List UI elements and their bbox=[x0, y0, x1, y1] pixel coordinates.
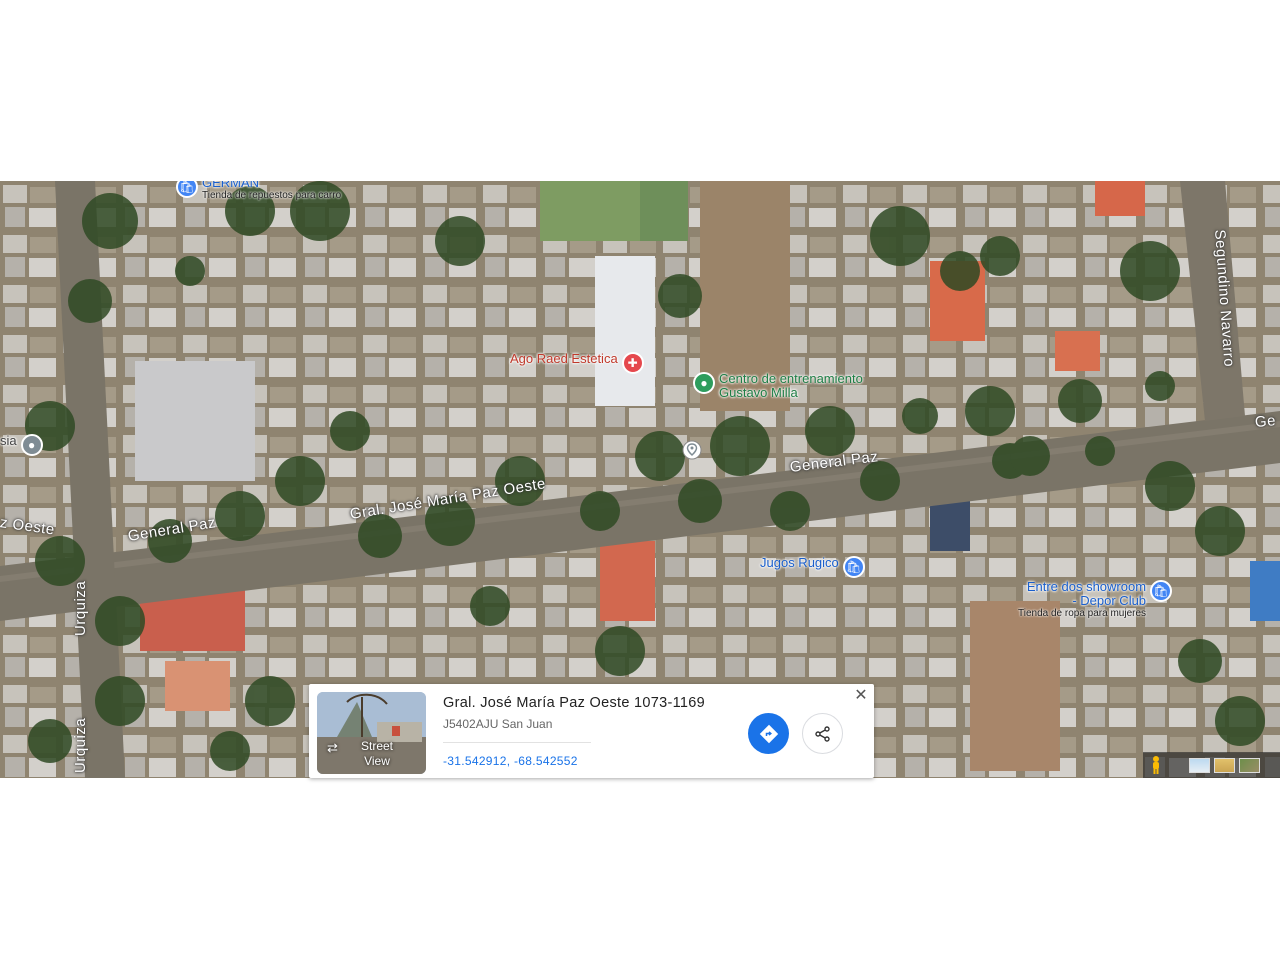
directions-button[interactable] bbox=[748, 713, 789, 754]
close-icon[interactable]: ✕ bbox=[852, 687, 870, 705]
place-postal-city: J5402AJU San Juan bbox=[443, 717, 553, 731]
location-pin-icon[interactable] bbox=[682, 440, 702, 460]
poi-name-line2: Gustavo Milla bbox=[719, 385, 798, 400]
place-coordinates[interactable]: -31.542912, -68.542552 bbox=[443, 754, 578, 768]
poi-jugos-rugico[interactable]: 🛍 Jugos Rugico bbox=[760, 556, 865, 578]
medical-icon: ✚ bbox=[621, 352, 644, 374]
share-icon bbox=[814, 725, 830, 742]
poi-entre-dos-showroom[interactable]: 🛍 Entre dos showroom - Depor Club Tienda… bbox=[1018, 579, 1173, 620]
share-button[interactable] bbox=[802, 713, 843, 754]
card-divider bbox=[443, 742, 591, 743]
place-address-title: Gral. José María Paz Oeste 1073-1169 bbox=[443, 695, 705, 711]
shopping-bag-icon: 🛍 bbox=[842, 556, 865, 578]
poi-name: Jugos Rugico bbox=[760, 555, 839, 570]
street-label-urquiza-lower: Urquiza bbox=[72, 717, 89, 773]
poi-centro-de-entrenamiento[interactable]: ● Centro de entrenamiento Gustavo Milla bbox=[693, 372, 863, 400]
poi-subtitle: Tienda de repuestos para carro bbox=[202, 190, 342, 201]
map-layer-tile[interactable] bbox=[1189, 757, 1210, 773]
street-view-label: Street View bbox=[360, 739, 393, 768]
poi-name: Centro de entrenamiento bbox=[719, 371, 863, 386]
directions-icon bbox=[759, 724, 778, 743]
shopping-bag-icon: 🛍 bbox=[1150, 580, 1173, 602]
fitness-icon: ● bbox=[693, 372, 715, 394]
shopping-bag-icon: 🛍 bbox=[176, 181, 198, 198]
street-label-general-paz-edge: Ge bbox=[1254, 412, 1277, 431]
poi-subtitle: Tienda de ropa para mujeres bbox=[1018, 608, 1147, 619]
poi-name-line2: - Depor Club bbox=[1072, 593, 1147, 608]
poi-name: sia bbox=[0, 433, 17, 448]
map-controls bbox=[1143, 752, 1280, 778]
poi-name: Entre dos showroom bbox=[1026, 579, 1147, 594]
page: Urquiza Urquiza General Paz Gral. José M… bbox=[0, 0, 1280, 960]
street-view-arrow-icon: ⇄ bbox=[327, 740, 338, 755]
satellite-layer-tile[interactable] bbox=[1239, 757, 1260, 773]
place-info-card: ⇄ Street View Gral. José María Paz Oeste… bbox=[309, 684, 874, 778]
poi-name: GERMAN bbox=[202, 181, 260, 190]
pegman-icon[interactable] bbox=[1149, 755, 1163, 775]
poi-name: Ago Raed Estetica bbox=[510, 351, 618, 366]
terrain-layer-tile[interactable] bbox=[1214, 757, 1235, 773]
street-view-thumbnail[interactable]: ⇄ Street View bbox=[317, 692, 426, 774]
place-icon: ● bbox=[20, 434, 43, 456]
poi-partial-left[interactable]: ● sia bbox=[0, 434, 43, 456]
poi-ago-raed-estetica[interactable]: ✚ Ago Raed Estetica bbox=[510, 352, 644, 374]
poi-german[interactable]: 🛍 GERMAN Tienda de repuestos para carro bbox=[176, 181, 341, 202]
street-label-urquiza-upper: Urquiza bbox=[72, 580, 89, 636]
